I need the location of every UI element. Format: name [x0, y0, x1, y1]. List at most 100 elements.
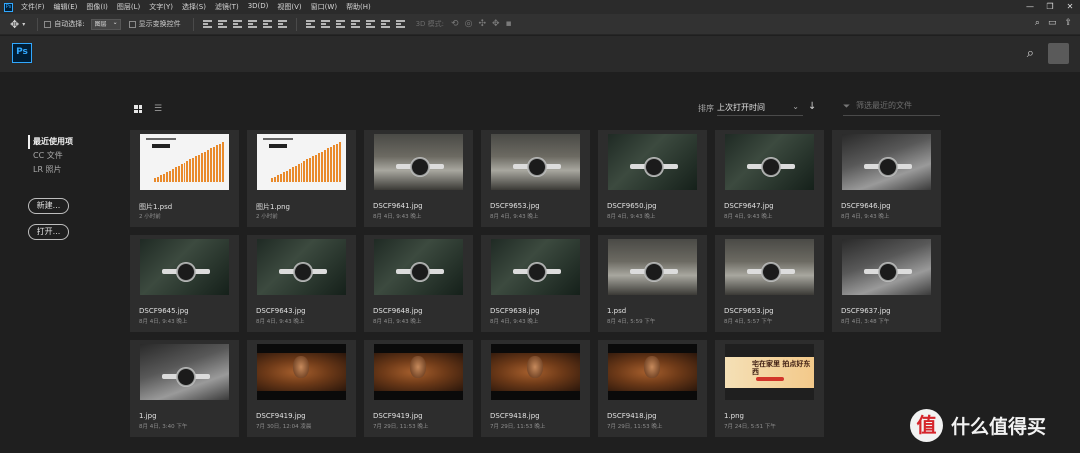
restore-button[interactable]: ❐: [1040, 0, 1060, 14]
divider: [37, 17, 39, 31]
distribute-hcenter-icon[interactable]: [365, 20, 375, 29]
grid-view-icon[interactable]: [134, 105, 142, 113]
sort-direction-icon[interactable]: ↓: [808, 101, 816, 112]
auto-select-dropdown[interactable]: 图层: [90, 18, 121, 30]
workspace-icon[interactable]: ▭: [1048, 18, 1057, 28]
menu-item[interactable]: 图层(L): [117, 2, 140, 12]
file-card[interactable]: DSCF9648.jpg 8月 4日, 9:43 晚上: [364, 235, 473, 332]
file-name: DSCF9653.jpg: [490, 202, 540, 210]
file-card[interactable]: 图片1.psd 2 小时前: [130, 130, 239, 227]
move-tool-icon[interactable]: ✥: [10, 18, 19, 31]
file-card[interactable]: DSCF9418.jpg 7月 29日, 11:53 晚上: [598, 340, 707, 437]
options-bar: ✥ ▾ 自动选择: 图层 显示变换控件 3D 模式: ⟲ ◎ ✣ ✥ ▪ ⌕ ▭…: [0, 14, 1080, 35]
avatar[interactable]: [1048, 43, 1069, 64]
menu-item[interactable]: 编辑(E): [54, 2, 78, 12]
align-vcenter-icon[interactable]: [217, 20, 227, 29]
file-card[interactable]: DSCF9419.jpg 7月 30日, 12:04 凌晨: [247, 340, 356, 437]
align-left-icon[interactable]: [247, 20, 257, 29]
file-card[interactable]: DSCF9638.jpg 8月 4日, 9:43 晚上: [481, 235, 590, 332]
file-timestamp: 8月 4日, 9:43 晚上: [373, 319, 422, 325]
align-bottom-icon[interactable]: [232, 20, 242, 29]
auto-select-checkbox[interactable]: [44, 20, 52, 28]
tool-preset-caret-icon[interactable]: ▾: [22, 21, 25, 28]
sidebar-item-cc-files[interactable]: CC 文件: [28, 149, 73, 163]
menu-item[interactable]: 滤镜(T): [215, 2, 239, 12]
file-name: 1.png: [724, 412, 745, 420]
file-card[interactable]: 图片1.png 2 小时前: [247, 130, 356, 227]
orbit-3d-icon[interactable]: ⟲: [451, 19, 459, 29]
movie-still-thumbnail: [608, 344, 697, 400]
scale-3d-icon[interactable]: ▪: [506, 19, 512, 29]
file-name: DSCF9647.jpg: [724, 202, 774, 210]
file-name: DSCF9646.jpg: [841, 202, 891, 210]
menu-item[interactable]: 3D(D): [248, 2, 269, 12]
auto-align-icon[interactable]: [395, 20, 405, 29]
photo-thumbnail: [491, 239, 580, 295]
file-card[interactable]: DSCF9419.jpg 7月 29日, 11:53 晚上: [364, 340, 473, 437]
file-name: DSCF9418.jpg: [607, 412, 657, 420]
list-view-icon[interactable]: ☰: [154, 104, 162, 114]
file-card[interactable]: 1.psd 8月 4日, 5:59 下午: [598, 235, 707, 332]
photo-thumbnail: [257, 239, 346, 295]
file-card[interactable]: DSCF9637.jpg 8月 4日, 3:48 下午: [832, 235, 941, 332]
file-card[interactable]: DSCF9641.jpg 8月 4日, 9:43 晚上: [364, 130, 473, 227]
ps-logo: Ps: [12, 43, 32, 63]
file-card[interactable]: 1.jpg 8月 4日, 3:40 下午: [130, 340, 239, 437]
distribute-right-icon[interactable]: [380, 20, 390, 29]
share-icon[interactable]: ⇪: [1064, 18, 1072, 28]
file-card[interactable]: DSCF9418.jpg 7月 29日, 11:53 晚上: [481, 340, 590, 437]
filter-box: ⏷: [843, 100, 940, 116]
file-timestamp: 8月 4日, 9:43 晚上: [490, 214, 539, 220]
file-timestamp: 7月 30日, 12:04 凌晨: [256, 424, 312, 430]
distribute-top-icon[interactable]: [305, 20, 315, 29]
menu-item[interactable]: 帮助(H): [346, 2, 371, 12]
menu-item[interactable]: 文件(F): [21, 2, 45, 12]
movie-still-thumbnail: [491, 344, 580, 400]
show-transform-checkbox[interactable]: [128, 20, 136, 28]
align-top-icon[interactable]: [202, 20, 212, 29]
file-name: DSCF9653.jpg: [724, 307, 774, 315]
menu-list: 文件(F) 编辑(E) 图像(I) 图层(L) 文字(Y) 选择(S) 滤镜(T) 3D(D)…: [21, 2, 380, 12]
photo-thumbnail: [725, 134, 814, 190]
file-card[interactable]: DSCF9643.jpg 8月 4日, 9:43 晚上: [247, 235, 356, 332]
open-button[interactable]: 打开...: [28, 224, 69, 240]
distribute-vcenter-icon[interactable]: [320, 20, 330, 29]
photo-thumbnail: [608, 239, 697, 295]
minimize-button[interactable]: —: [1020, 0, 1040, 14]
menu-item[interactable]: 选择(S): [182, 2, 206, 12]
slide-3d-icon[interactable]: ✥: [492, 19, 500, 29]
window-controls: — ❐ ✕: [1020, 0, 1080, 14]
app-icon[interactable]: Ps: [4, 2, 13, 12]
file-card[interactable]: 宅在家里 拍点好东西 1.png 7月 24日, 5:51 下午: [715, 340, 824, 437]
file-card[interactable]: DSCF9650.jpg 8月 4日, 9:43 晚上: [598, 130, 707, 227]
distribute-left-icon[interactable]: [350, 20, 360, 29]
new-button[interactable]: 新建...: [28, 198, 69, 214]
file-timestamp: 8月 4日, 9:43 晚上: [841, 214, 890, 220]
distribute-bottom-icon[interactable]: [335, 20, 345, 29]
menu-item[interactable]: 窗口(W): [311, 2, 337, 12]
drag-3d-icon[interactable]: ✣: [478, 19, 486, 29]
search-icon[interactable]: ⌕: [1035, 18, 1040, 28]
sidebar-item-recent[interactable]: 最近使用项: [28, 135, 73, 149]
file-card[interactable]: DSCF9653.jpg 8月 4日, 9:43 晚上: [481, 130, 590, 227]
menu-item[interactable]: 图像(I): [86, 2, 108, 12]
sidebar-item-lr-photos[interactable]: LR 照片: [28, 163, 73, 177]
file-timestamp: 8月 4日, 9:43 晚上: [724, 214, 773, 220]
photo-thumbnail: [140, 344, 229, 400]
file-card[interactable]: DSCF9646.jpg 8月 4日, 9:43 晚上: [832, 130, 941, 227]
filter-input[interactable]: [856, 101, 938, 110]
menu-item[interactable]: 视图(V): [277, 2, 301, 12]
roll-3d-icon[interactable]: ◎: [465, 19, 473, 29]
file-card[interactable]: DSCF9647.jpg 8月 4日, 9:43 晚上: [715, 130, 824, 227]
search-icon[interactable]: ⌕: [1027, 46, 1034, 61]
file-name: 图片1.png: [256, 203, 291, 211]
align-right-icon[interactable]: [277, 20, 287, 29]
file-card[interactable]: DSCF9645.jpg 8月 4日, 9:43 晚上: [130, 235, 239, 332]
file-name: DSCF9650.jpg: [607, 202, 657, 210]
photo-thumbnail: [608, 134, 697, 190]
sort-dropdown[interactable]: 上次打开时间 ⌄: [717, 100, 803, 116]
file-card[interactable]: DSCF9653.jpg 8月 4日, 5:57 下午: [715, 235, 824, 332]
close-button[interactable]: ✕: [1060, 0, 1080, 14]
align-hcenter-icon[interactable]: [262, 20, 272, 29]
menu-item[interactable]: 文字(Y): [149, 2, 173, 12]
